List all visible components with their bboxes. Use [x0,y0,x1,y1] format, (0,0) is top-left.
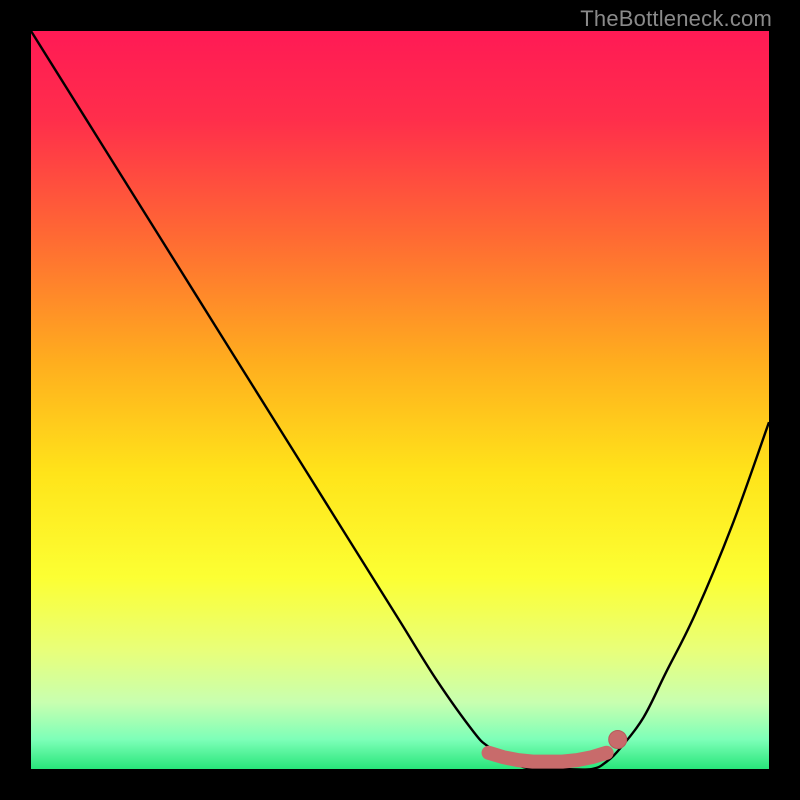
chart-canvas: TheBottleneck.com [0,0,800,800]
chart-svg [31,31,769,769]
bottleneck-curve [31,31,769,769]
optimal-point-dot [609,730,627,748]
optimal-range-markers [489,730,627,761]
plot-area [31,31,769,769]
watermark: TheBottleneck.com [580,6,772,32]
optimal-range-line [489,753,607,762]
